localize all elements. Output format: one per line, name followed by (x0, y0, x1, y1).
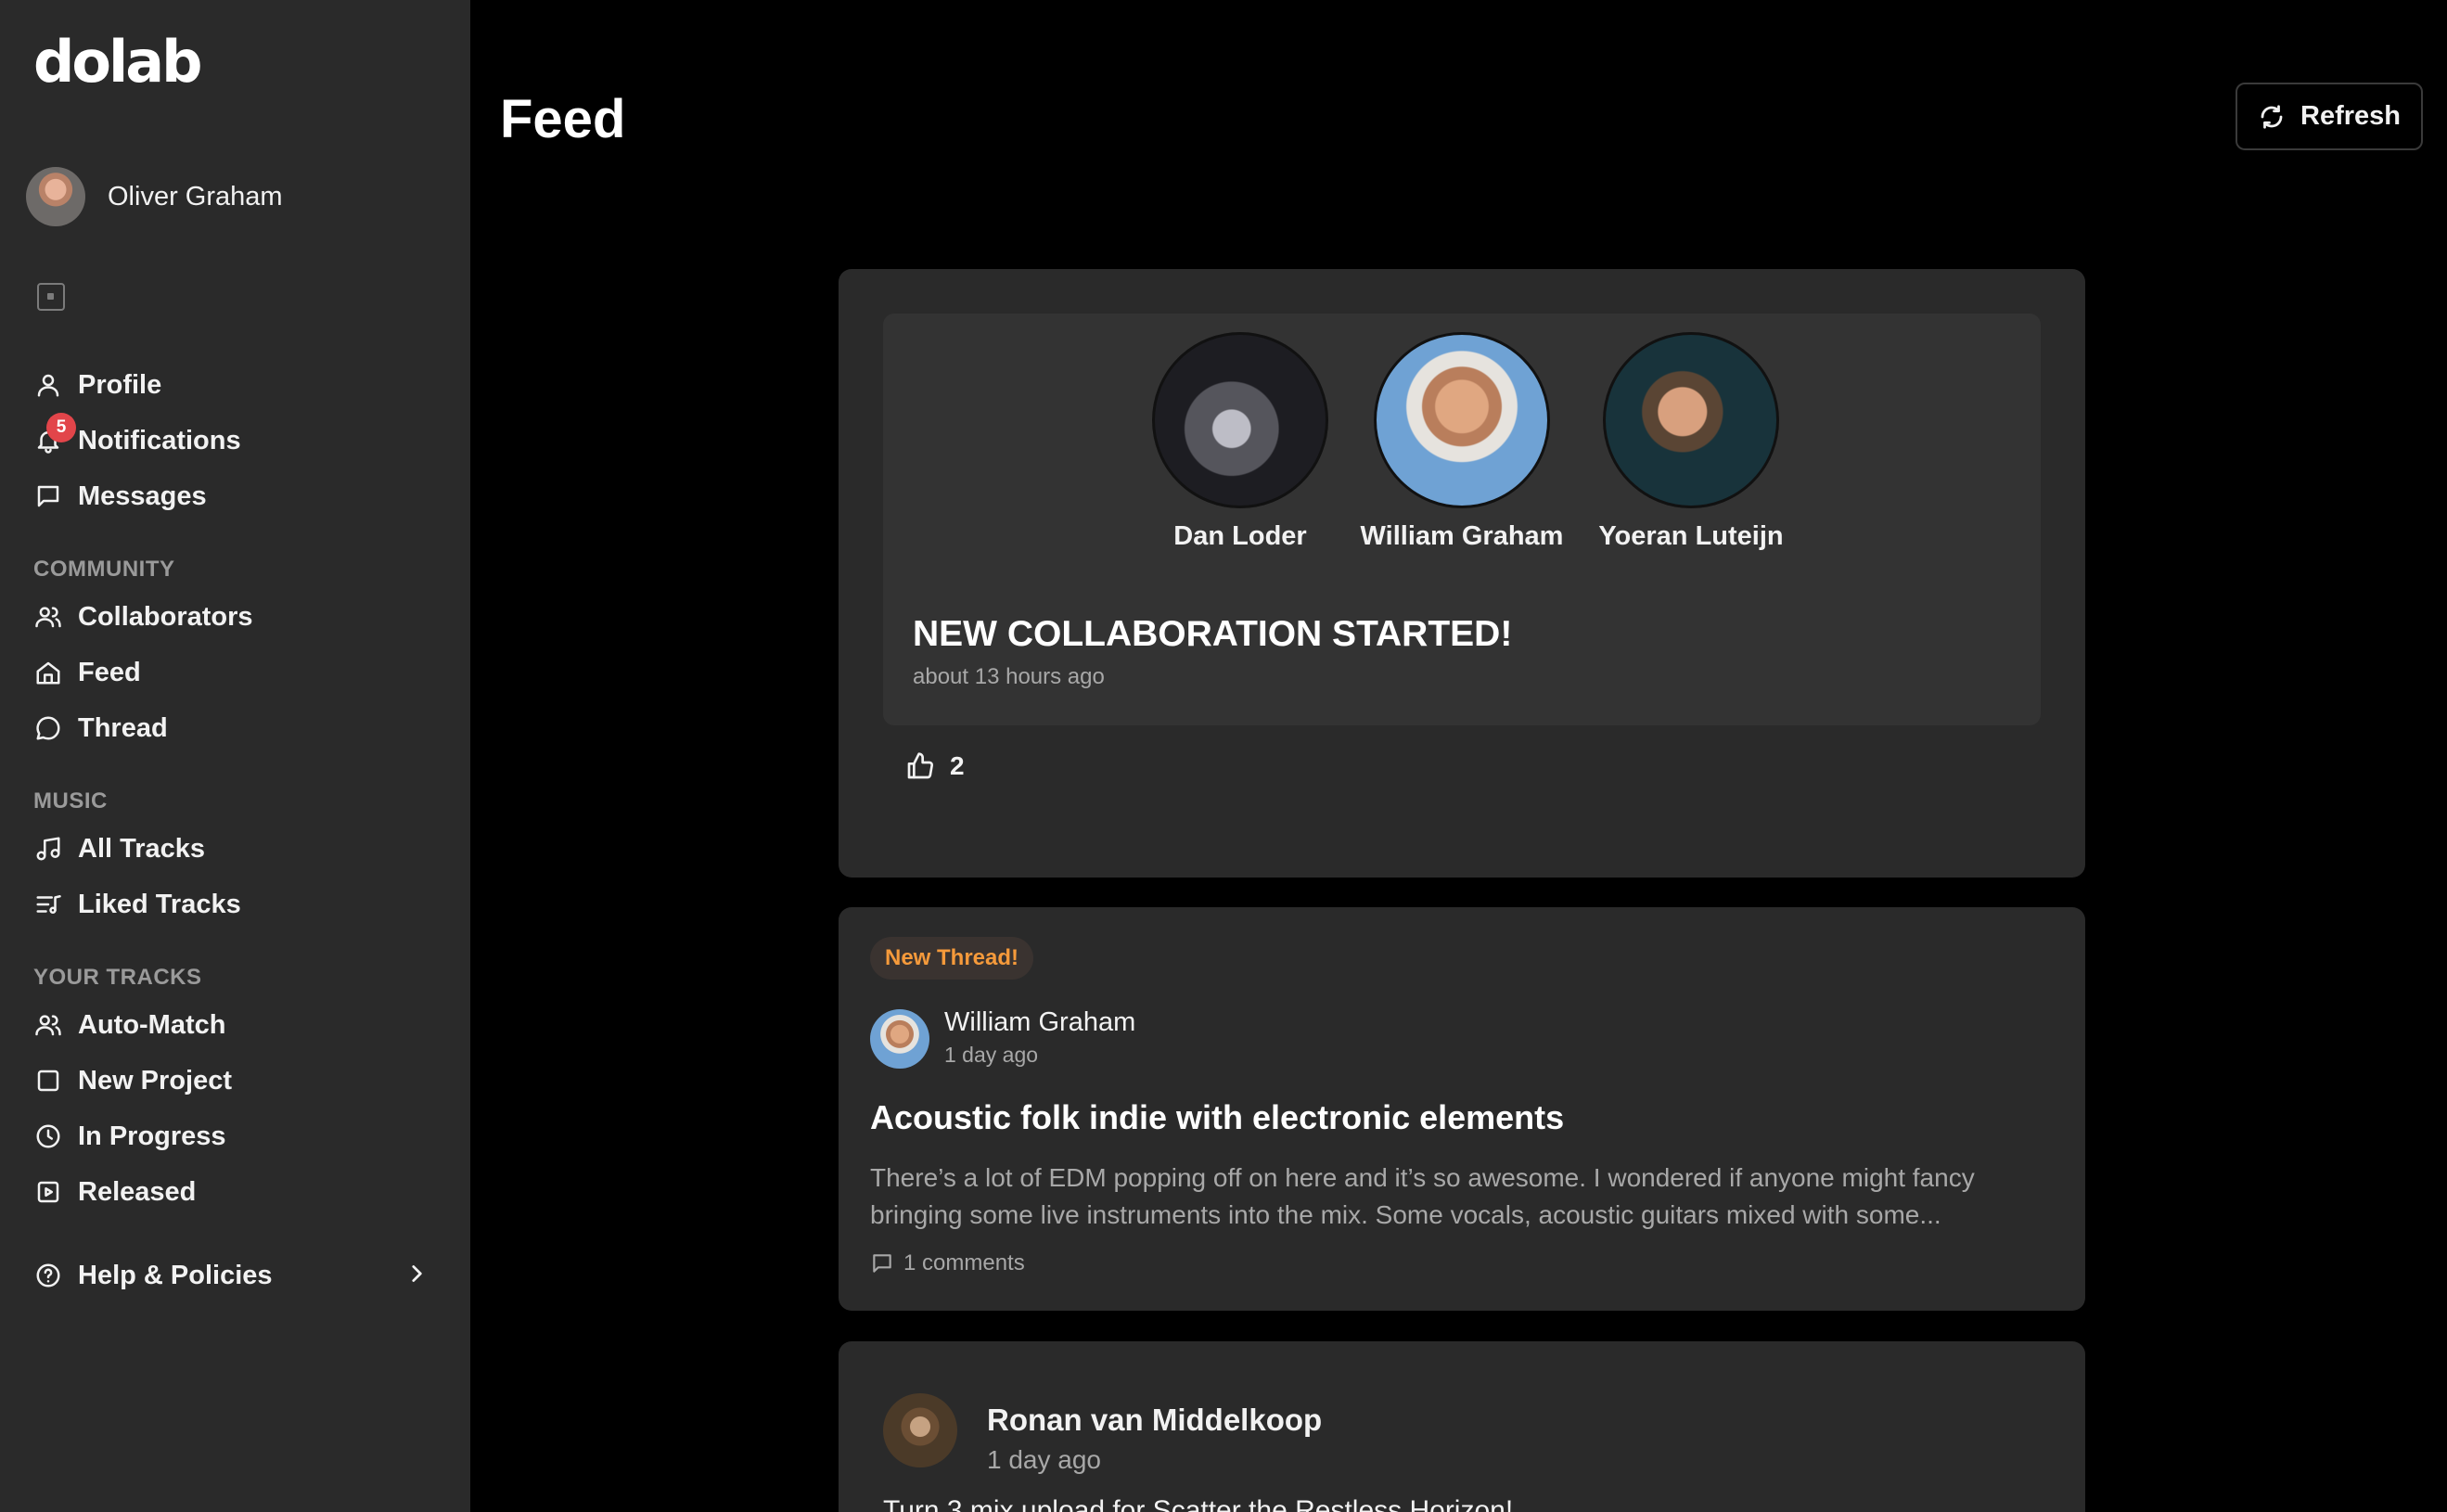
sidebar-item-label: Messages (78, 481, 207, 511)
sidebar-item-profile[interactable]: Profile (33, 365, 161, 405)
sidebar-item-label: Help & Policies (78, 1260, 273, 1290)
sidebar-item-thread[interactable]: Thread (33, 708, 168, 749)
sidebar-item-label: In Progress (78, 1121, 226, 1151)
play-square-icon (33, 1177, 63, 1207)
avatar (1374, 332, 1550, 508)
sidebar-item-label: Thread (78, 712, 168, 743)
collaborator-name: William Graham (1360, 521, 1564, 551)
post-author[interactable]: William Graham (944, 1007, 1135, 1038)
post-author[interactable]: Ronan van Middelkoop (987, 1403, 1322, 1438)
sidebar-item-auto-match[interactable]: Auto-Match (33, 1005, 225, 1045)
comment-count: 1 comments (903, 1250, 1025, 1275)
sidebar-item-feed[interactable]: Feed (33, 652, 141, 693)
message-circle-icon (33, 713, 63, 743)
sidebar-item-label: New Project (78, 1065, 232, 1096)
sidebar: dolab Oliver Graham Profile 5 Notificati… (0, 0, 470, 1512)
clock-icon (33, 1121, 63, 1151)
refresh-button[interactable]: Refresh (2236, 83, 2423, 150)
collaborator-yoeran-luteijn[interactable]: Yoeran Luteijn (1589, 332, 1793, 552)
sidebar-item-label: All Tracks (78, 833, 206, 864)
sidebar-item-released[interactable]: Released (33, 1172, 196, 1212)
sidebar-item-in-progress[interactable]: In Progress (33, 1116, 226, 1157)
sidebar-item-help-policies[interactable]: Help & Policies (33, 1255, 273, 1296)
collaboration-panel[interactable]: Dan Loder William Graham Yoeran Luteijn … (883, 314, 2041, 725)
section-label-community: COMMUNITY (33, 557, 175, 582)
like-count: 2 (950, 751, 965, 780)
sidebar-item-label: Collaborators (78, 601, 253, 632)
feed-card-thread[interactable]: New Thread! William Graham 1 day ago Aco… (839, 907, 2085, 1311)
bell-icon: 5 (33, 413, 76, 455)
app-logo[interactable]: dolab (33, 33, 202, 91)
avatar (1603, 332, 1779, 508)
notification-count-badge: 5 (46, 413, 76, 442)
music-list-icon (33, 890, 63, 919)
section-label-music: MUSIC (33, 788, 108, 814)
square-icon (33, 1066, 63, 1096)
user-name: Oliver Graham (108, 181, 283, 211)
sidebar-item-label: Auto-Match (78, 1009, 226, 1040)
sidebar-item-collaborators[interactable]: Collaborators (33, 596, 253, 637)
thread-excerpt: There’s a lot of EDM popping off on here… (870, 1163, 1975, 1229)
sidebar-item-label: Profile (78, 369, 162, 400)
music-note-icon (33, 834, 63, 864)
sidebar-item-label: Notifications (78, 425, 241, 455)
sidebar-item-new-project[interactable]: New Project (33, 1060, 232, 1101)
like-button[interactable]: 2 (905, 751, 965, 781)
comment-icon (873, 1254, 891, 1273)
sidebar-item-label: Feed (78, 657, 141, 687)
post-timestamp: 1 day ago (944, 1043, 1039, 1067)
sidebar-item-notifications[interactable]: 5 Notifications (33, 413, 241, 461)
author-avatar[interactable] (870, 1009, 929, 1069)
thumbs-up-icon (907, 752, 933, 779)
refresh-label: Refresh (2300, 101, 2401, 131)
thread-title[interactable]: Acoustic folk indie with electronic elem… (870, 1098, 1564, 1137)
sidebar-item-label: Liked Tracks (78, 889, 241, 919)
sidebar-collapse-icon[interactable] (37, 283, 65, 311)
user-avatar (26, 167, 85, 226)
user-profile-link[interactable]: Oliver Graham (26, 167, 283, 226)
users-icon (33, 602, 63, 632)
page-title: Feed (500, 89, 626, 149)
sidebar-item-all-tracks[interactable]: All Tracks (33, 828, 205, 869)
chevron-right-icon[interactable] (404, 1262, 429, 1286)
collaboration-timestamp: about 13 hours ago (913, 664, 1105, 689)
home-icon (33, 658, 63, 687)
author-avatar[interactable] (883, 1393, 957, 1467)
feed-card-collaboration: Dan Loder William Graham Yoeran Luteijn … (839, 269, 2085, 878)
users-icon (33, 1010, 63, 1040)
user-icon (33, 370, 63, 400)
collaborator-name: Dan Loder (1173, 521, 1307, 551)
sidebar-item-liked-tracks[interactable]: Liked Tracks (33, 884, 241, 925)
help-circle-icon (33, 1261, 63, 1290)
comments-link[interactable]: 1 comments (870, 1250, 1025, 1276)
collaborator-dan-loder[interactable]: Dan Loder (1138, 332, 1342, 552)
collaborator-name: Yoeran Luteijn (1598, 521, 1784, 551)
avatar (1152, 332, 1328, 508)
post-text: Turn 3 mix upload for Scatter the Restle… (883, 1495, 1514, 1512)
sidebar-item-messages[interactable]: Messages (33, 476, 207, 517)
refresh-icon (2261, 104, 2283, 129)
section-label-your-tracks: YOUR TRACKS (33, 965, 202, 990)
post-timestamp: 1 day ago (987, 1445, 1101, 1474)
sidebar-item-label: Released (78, 1176, 197, 1207)
new-thread-badge: New Thread! (870, 937, 1034, 980)
collaborator-william-graham[interactable]: William Graham (1360, 332, 1564, 552)
feed-card-upload[interactable]: Ronan van Middelkoop 1 day ago Turn 3 mi… (839, 1341, 2085, 1512)
collaboration-headline: NEW COLLABORATION STARTED! (913, 614, 1513, 654)
message-square-icon (33, 481, 63, 511)
